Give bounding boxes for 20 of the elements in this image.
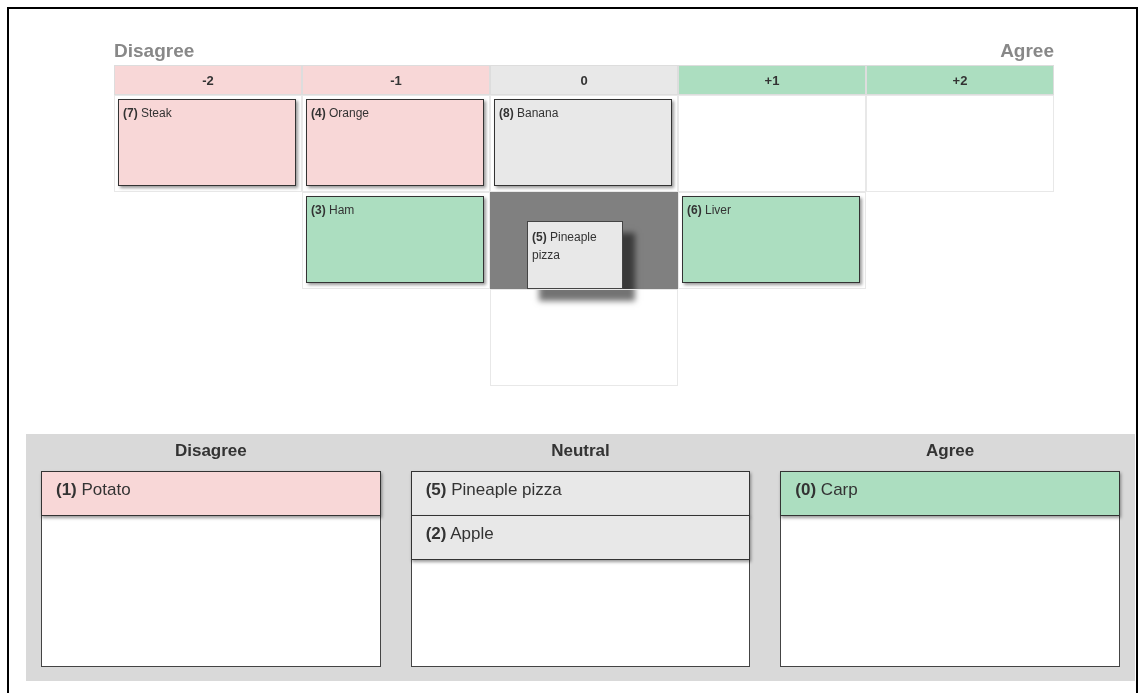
column-header: -1 xyxy=(302,65,490,95)
column-header: 0 xyxy=(490,65,678,95)
statement-card[interactable]: (8) Banana xyxy=(494,99,672,186)
scale-label: Agree xyxy=(1000,40,1054,62)
column-header: +2 xyxy=(866,65,1054,95)
statement-card[interactable]: (6) Liver xyxy=(682,196,860,283)
statement-card[interactable]: (3) Ham xyxy=(306,196,484,283)
statement-card[interactable]: (4) Orange xyxy=(306,99,484,186)
column-header: +1 xyxy=(678,65,866,95)
bin-title: Agree xyxy=(925,440,976,462)
scale-label: Disagree xyxy=(114,40,195,62)
statement-card[interactable]: (2) Apple xyxy=(410,515,751,560)
statement-card[interactable]: (1) Potato xyxy=(41,471,381,516)
statement-card[interactable]: (5) Pineaple pizza xyxy=(410,471,751,516)
statement-card[interactable]: (0) Carp xyxy=(780,471,1120,516)
bin-title: Disagree xyxy=(173,440,248,462)
column-header: -2 xyxy=(114,65,302,95)
bin-title: Neutral xyxy=(550,440,611,462)
statement-card[interactable]: (5) Pineaple pizza xyxy=(527,221,623,289)
statement-card[interactable]: (7) Steak xyxy=(118,99,296,186)
